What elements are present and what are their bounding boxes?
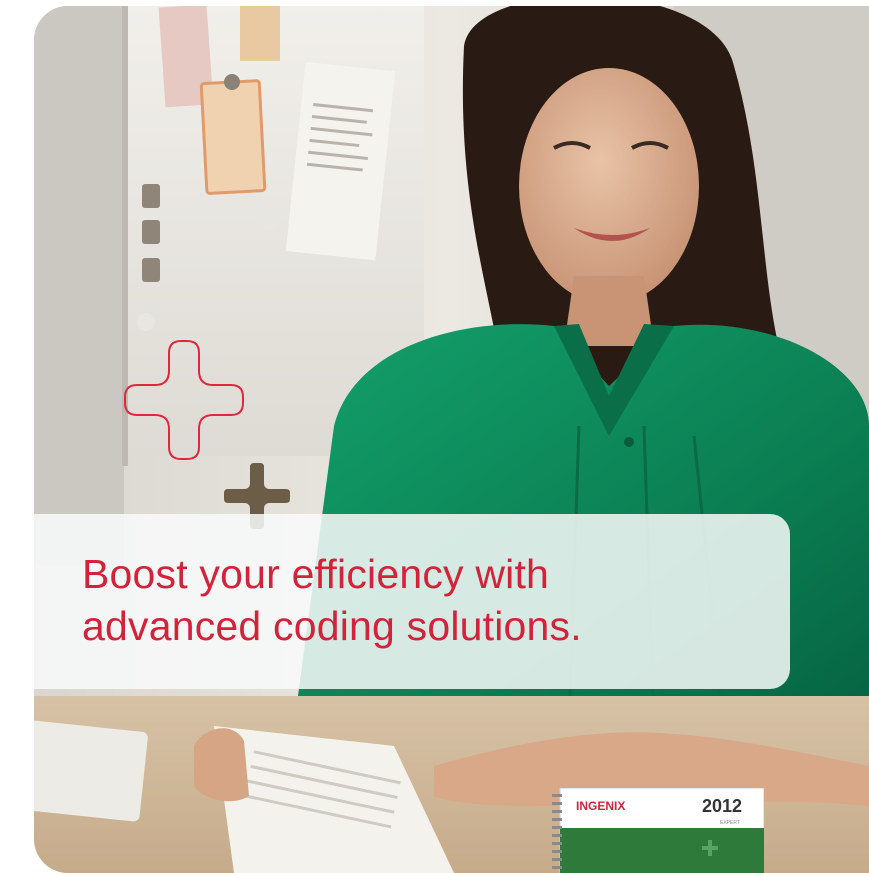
product-edition: EXPERT xyxy=(720,820,740,826)
product-year: 2012 xyxy=(702,796,742,816)
headline-line-2: advanced coding solutions. xyxy=(82,603,582,649)
product-book-image: INGENIX 2012 EXPERT xyxy=(552,788,764,873)
product-brand: INGENIX xyxy=(576,799,625,813)
headline-panel: Boost your efficiency with advanced codi… xyxy=(34,514,790,689)
outline-cross-icon xyxy=(124,340,244,460)
headline-line-1: Boost your efficiency with xyxy=(82,551,550,597)
